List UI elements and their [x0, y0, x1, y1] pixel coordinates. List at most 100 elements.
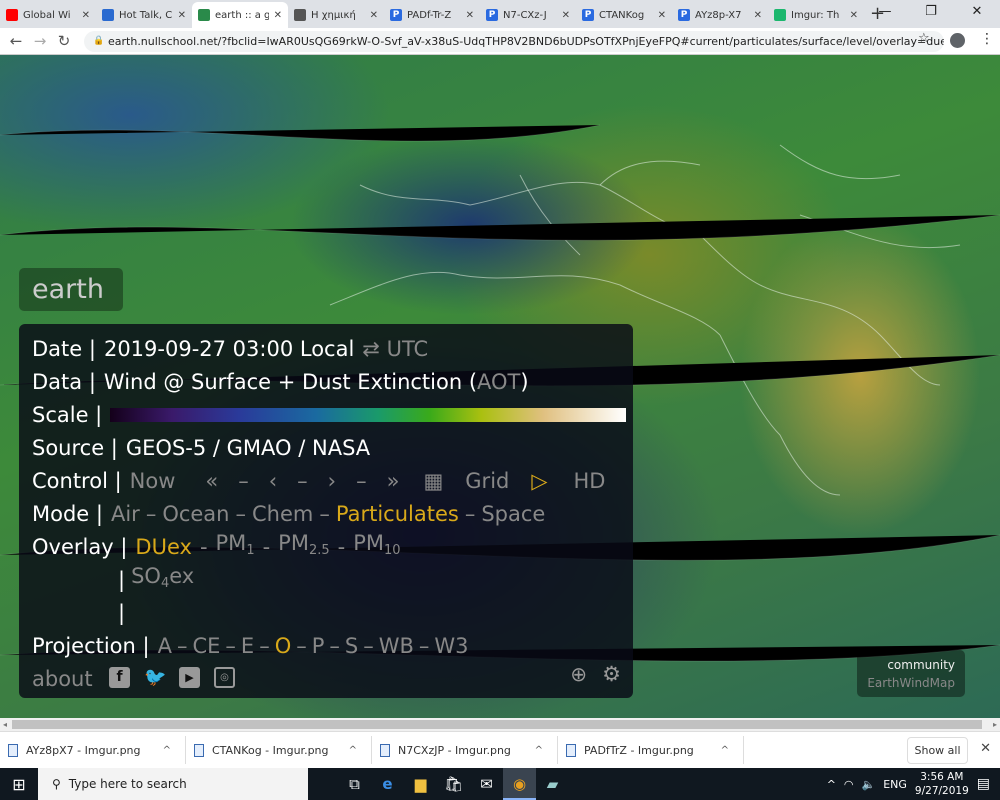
close-tab-icon[interactable]: ✕ [658, 10, 666, 21]
mode-particulates[interactable]: Particulates [336, 499, 459, 529]
projection-a[interactable]: A [158, 631, 172, 661]
restore-button[interactable]: ❐ [908, 0, 954, 24]
browser-tab[interactable]: P PADf-Tr-Z ✕ [384, 2, 480, 28]
chevron-up-icon[interactable]: ^ [349, 745, 357, 756]
browser-tab[interactable]: Hot Talk, C ✕ [96, 2, 192, 28]
url-input[interactable]: 🔒 earth.nullschool.net/?fbclid=IwAR0UsQG6… [84, 31, 944, 52]
browser-tab[interactable]: P AYz8p-X7 ✕ [672, 2, 768, 28]
close-tab-icon[interactable]: ✕ [274, 10, 282, 21]
imgur-icon [774, 9, 786, 21]
close-tab-icon[interactable]: ✕ [466, 10, 474, 21]
chrome-icon[interactable]: ◉ [503, 768, 536, 800]
mode-air[interactable]: Air [111, 499, 140, 529]
projection-wb[interactable]: WB [379, 631, 414, 661]
twitter-icon[interactable]: 🐦 [144, 667, 166, 688]
browser-tab[interactable]: P CTANKog ✕ [576, 2, 672, 28]
download-item[interactable]: AYz8pX7 - Imgur.png ^ [0, 736, 186, 764]
close-tab-icon[interactable]: ✕ [850, 10, 858, 21]
projection-e[interactable]: E [241, 631, 254, 661]
play-icon[interactable]: ▷ [531, 466, 547, 496]
youtube-icon[interactable]: ▶ [179, 667, 200, 688]
reload-button[interactable]: ↻ [52, 32, 76, 50]
mode-chem[interactable]: Chem [252, 499, 313, 529]
back-3h-button[interactable]: « [205, 466, 218, 496]
minimize-button[interactable]: — [862, 0, 908, 24]
download-item[interactable]: CTANKog - Imgur.png ^ [186, 736, 372, 764]
utc-toggle[interactable]: ⇄ UTC [362, 334, 428, 364]
task-view-icon[interactable]: ⧉ [338, 768, 371, 800]
back-1h-button[interactable]: ‹ [269, 466, 277, 496]
windows-start-icon[interactable]: ⊞ [0, 775, 38, 794]
projection-w3[interactable]: W3 [434, 631, 468, 661]
back-button[interactable]: ← [4, 32, 28, 50]
facebook-icon[interactable]: f [109, 667, 130, 688]
store-icon[interactable]: 🛍 [437, 768, 470, 800]
community-link[interactable]: community EarthWindMap [857, 650, 965, 697]
close-tab-icon[interactable]: ✕ [370, 10, 378, 21]
close-tab-icon[interactable]: ✕ [754, 10, 762, 21]
browser-tab[interactable]: earth :: a g ✕ [192, 2, 288, 28]
separator: – [238, 468, 249, 493]
overlay-duex[interactable]: DUex [135, 532, 192, 562]
browser-tab[interactable]: Global Wi ✕ [0, 2, 96, 28]
projection-o[interactable]: O [275, 631, 292, 661]
menu-icon[interactable]: ⋮ [980, 31, 994, 47]
aot-unit[interactable]: AOT [477, 367, 520, 397]
browser-tab[interactable]: Η χημική ✕ [288, 2, 384, 28]
overlay-label: Overlay | [32, 534, 128, 559]
location-crosshair-icon[interactable]: ⊕ [570, 662, 587, 686]
globe-icon [294, 9, 306, 21]
mode-space[interactable]: Space [481, 499, 545, 529]
mode-ocean[interactable]: Ocean [162, 499, 229, 529]
calendar-icon[interactable]: ▦ [423, 466, 443, 496]
projection-p[interactable]: P [312, 631, 325, 661]
notification-icon[interactable]: ▤ [977, 776, 990, 792]
earth-menu-button[interactable]: earth [19, 268, 123, 311]
browser-tab[interactable]: P N7-CXz-J ✕ [480, 2, 576, 28]
instagram-icon[interactable]: ◎ [214, 667, 235, 688]
download-item[interactable]: N7CXzJP - Imgur.png ^ [372, 736, 558, 764]
show-all-downloads-button[interactable]: Show all [907, 737, 968, 764]
projection-s[interactable]: S [345, 631, 358, 661]
taskbar-search-input[interactable]: ⚲ Type here to search [38, 768, 308, 800]
projection-ce[interactable]: CE [192, 631, 220, 661]
mail-icon[interactable]: ✉ [470, 768, 503, 800]
app-icon[interactable]: ▰ [536, 768, 569, 800]
overlay-pm25[interactable]: PM2.5 [278, 528, 329, 566]
globe-map[interactable]: earth Date | 2019-09-27 03:00 Local ⇄ UTC … [0, 55, 1000, 718]
wifi-icon[interactable]: ◠ [844, 778, 854, 791]
overlay-pm10[interactable]: PM10 [353, 528, 400, 566]
show-hidden-icons[interactable]: ^ [827, 778, 836, 791]
about-link[interactable]: about [32, 664, 93, 694]
volume-icon[interactable]: 🔈 [862, 778, 876, 791]
date-value[interactable]: 2019-09-27 03:00 Local [104, 334, 354, 364]
horizontal-scrollbar[interactable]: ◂ ▸ [0, 718, 1000, 731]
settings-gear-icon[interactable]: ⚙ [602, 662, 621, 686]
close-tab-icon[interactable]: ✕ [178, 10, 186, 21]
clock[interactable]: 3:56 AM 9/27/2019 [915, 770, 969, 798]
forward-1h-button[interactable]: › [328, 466, 336, 496]
earth-control-panel: Date | 2019-09-27 03:00 Local ⇄ UTC Data |… [19, 324, 633, 698]
edge-icon[interactable]: e [371, 768, 404, 800]
file-explorer-icon[interactable]: ▆ [404, 768, 437, 800]
chevron-up-icon[interactable]: ^ [721, 745, 729, 756]
download-item[interactable]: PADfTrZ - Imgur.png ^ [558, 736, 744, 764]
now-button[interactable]: Now [130, 466, 176, 496]
browser-tab[interactable]: Imgur: Th ✕ [768, 2, 864, 28]
language-indicator[interactable]: ENG [883, 778, 907, 791]
overlay-pm1[interactable]: PM1 [216, 528, 255, 566]
close-tab-icon[interactable]: ✕ [562, 10, 570, 21]
close-window-button[interactable]: ✕ [954, 0, 1000, 24]
forward-3h-button[interactable]: » [387, 466, 400, 496]
chevron-up-icon[interactable]: ^ [163, 745, 171, 756]
profile-avatar[interactable] [950, 33, 965, 48]
color-scale[interactable] [110, 407, 627, 422]
bookmark-star-icon[interactable]: ☆ [918, 31, 930, 46]
hd-toggle[interactable]: HD [574, 466, 606, 496]
close-tab-icon[interactable]: ✕ [82, 10, 90, 21]
overlay-so4ex[interactable]: SO4ex [131, 561, 194, 599]
chevron-up-icon[interactable]: ^ [535, 745, 543, 756]
forward-button[interactable]: → [28, 32, 52, 50]
grid-toggle[interactable]: Grid [465, 466, 509, 496]
close-downloads-bar-button[interactable]: ✕ [980, 741, 991, 756]
